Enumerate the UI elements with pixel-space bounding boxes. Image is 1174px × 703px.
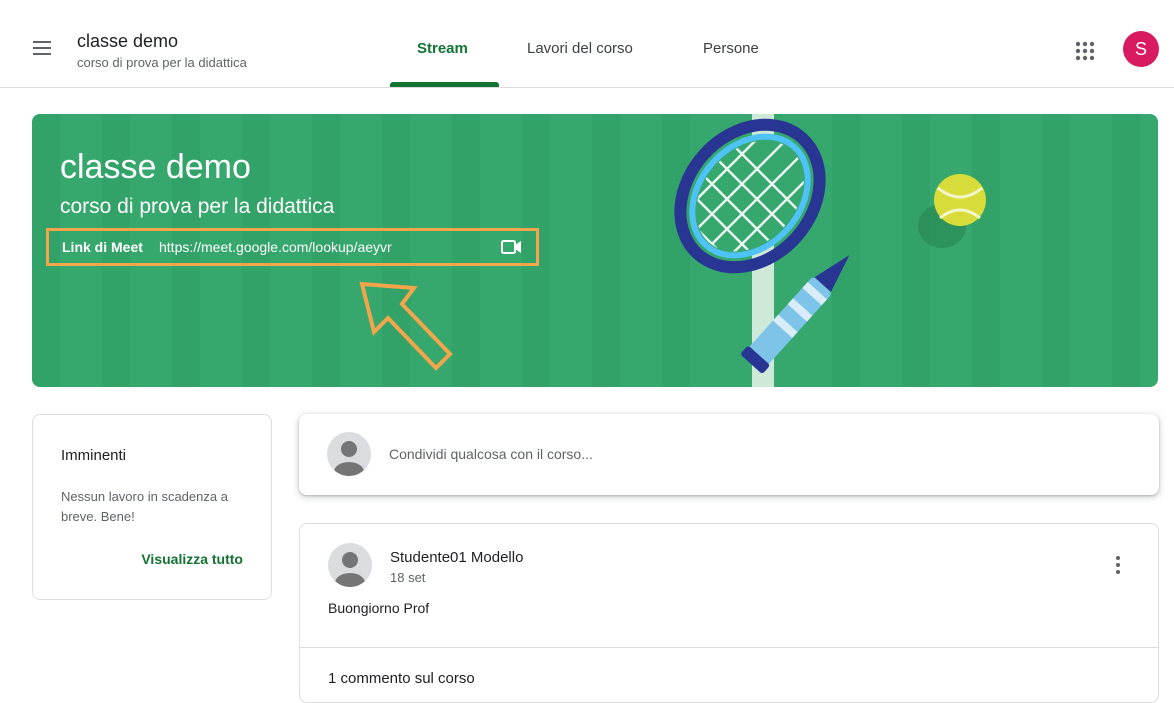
upcoming-work-card: Imminenti Nessun lavoro in scadenza a br… — [32, 414, 272, 600]
tab-stream[interactable]: Stream — [417, 40, 468, 57]
more-options-button[interactable] — [1110, 552, 1126, 580]
person-icon — [334, 441, 364, 476]
annotation-arrow-icon — [359, 281, 453, 371]
view-all-link[interactable]: Visualizza tutto — [141, 551, 243, 567]
upcoming-title: Imminenti — [61, 447, 127, 464]
main-menu-button[interactable] — [30, 37, 58, 61]
share-with-class-box[interactable]: Condividi qualcosa con il corso... — [299, 414, 1159, 495]
banner-class-title: classe demo — [60, 148, 251, 186]
video-camera-icon[interactable] — [499, 237, 525, 257]
google-apps-button[interactable] — [1072, 38, 1098, 64]
share-placeholder: Condividi qualcosa con il corso... — [389, 446, 593, 462]
meet-link-highlight: Link di Meet https://meet.google.com/loo… — [46, 228, 539, 266]
menu-icon-line — [33, 41, 51, 43]
tab-classwork[interactable]: Lavori del corso — [527, 40, 633, 57]
menu-icon-line — [33, 53, 51, 55]
more-vert-icon-dot — [1116, 563, 1120, 567]
stream-post: Studente01 Modello 18 set Buongiorno Pro… — [299, 523, 1159, 703]
class-comments-link[interactable]: 1 commento sul corso — [328, 670, 475, 687]
post-body-text: Buongiorno Prof — [328, 600, 430, 616]
class-subtitle: corso di prova per la didattica — [77, 55, 247, 70]
more-vert-icon-dot — [1116, 570, 1120, 574]
menu-icon-line — [33, 47, 51, 49]
account-avatar[interactable]: S — [1123, 31, 1159, 67]
user-avatar — [327, 432, 371, 476]
divider — [300, 647, 1158, 648]
more-vert-icon-dot — [1116, 556, 1120, 560]
tab-people[interactable]: Persone — [703, 40, 759, 57]
banner-class-subtitle: corso di prova per la didattica — [60, 195, 335, 218]
class-banner: classe demo corso di prova per la didatt… — [32, 114, 1158, 387]
class-title[interactable]: classe demo — [77, 31, 178, 52]
active-tab-indicator — [390, 82, 499, 87]
person-icon — [335, 552, 365, 587]
top-app-bar: classe demo corso di prova per la didatt… — [0, 0, 1174, 88]
meet-link-url[interactable]: https://meet.google.com/lookup/aeyvr — [159, 239, 392, 255]
meet-link-label: Link di Meet — [62, 239, 143, 255]
tennis-racket-illustration — [674, 118, 986, 373]
post-author-name: Studente01 Modello — [390, 549, 524, 566]
apps-grid-icon — [1075, 41, 1095, 61]
post-date: 18 set — [390, 570, 426, 585]
upcoming-empty-message: Nessun lavoro in scadenza a breve. Bene! — [61, 489, 228, 524]
post-author-avatar — [328, 543, 372, 587]
